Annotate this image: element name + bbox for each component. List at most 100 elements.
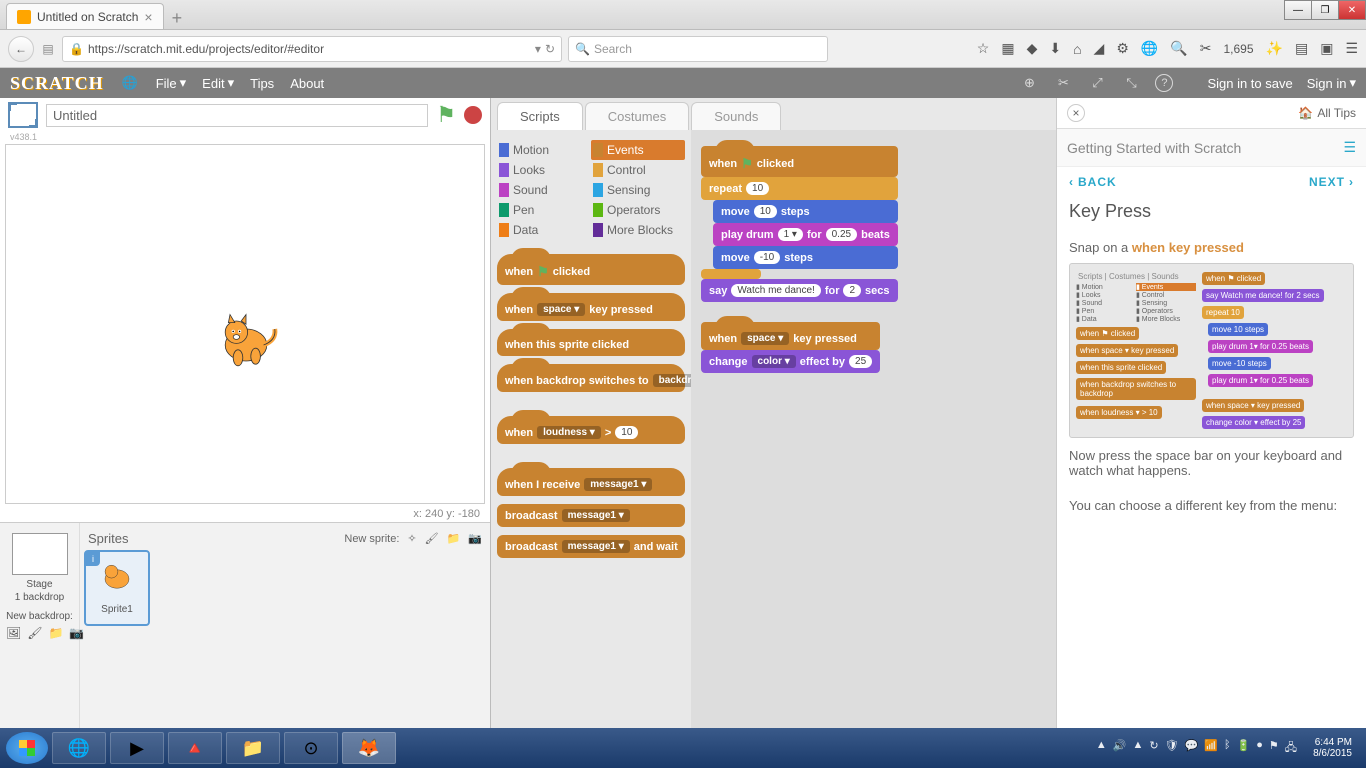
reader-icon[interactable]: ▤ [40,42,56,56]
block-when-receive[interactable]: when I receive message1 ▾ [497,468,685,496]
dev-icon[interactable]: ▣ [1320,40,1333,57]
s1-play-drum[interactable]: play drum 1 ▾ for 0.25 beats [713,223,898,246]
tray-bluetooth-icon[interactable]: ᛒ [1224,739,1231,758]
tab-sounds[interactable]: Sounds [691,102,781,130]
tips-close-icon[interactable]: × [1067,104,1085,122]
cat-control[interactable]: Control [591,160,685,180]
tips-back-button[interactable]: ‹ BACK [1069,175,1117,189]
new-tab-button[interactable]: + [164,8,191,29]
backdrop-library-icon[interactable]: 🖼 [6,626,21,640]
url-bar[interactable]: 🔒 https://scratch.mit.edu/projects/edito… [62,36,562,62]
menu-about[interactable]: About [290,76,324,91]
sprite-camera-icon[interactable]: 📷 [468,532,482,545]
cat-more[interactable]: More Blocks [591,220,685,240]
tray-chat-icon[interactable]: 💬 [1185,739,1199,758]
tips-next-button[interactable]: NEXT › [1309,175,1354,189]
cat-pen[interactable]: Pen [497,200,591,220]
cat-sound[interactable]: Sound [497,180,591,200]
s2-change-effect[interactable]: change color ▾ effect by 25 [701,350,880,373]
project-title-input[interactable] [46,104,428,127]
star-icon[interactable]: ☆ [977,40,990,57]
sprite-paint-icon[interactable]: 🖌 [425,532,439,545]
bookmark-count[interactable]: 1,695 [1224,42,1254,56]
s1-repeat[interactable]: repeat 10 [701,177,898,200]
block-when-backdrop-switches[interactable]: when backdrop switches to backdrop [497,364,685,392]
delete-icon[interactable]: ✂ [1053,73,1073,93]
task-explorer[interactable]: 📁 [226,732,280,764]
grow-icon[interactable]: ⤢ [1087,73,1107,93]
green-flag-button[interactable]: ⚑ [436,102,456,128]
minimize-button[interactable]: — [1284,0,1312,20]
block-when-loudness[interactable]: when loudness ▾ > 10 [497,416,685,444]
globe-language-icon[interactable]: 🌐 [120,73,140,93]
menu-tips[interactable]: Tips [250,76,274,91]
home-icon[interactable]: ⌂ [1073,41,1081,57]
block-broadcast-wait[interactable]: broadcast message1 ▾ and wait [497,535,685,558]
all-tips-link[interactable]: 🏠 All Tips [1298,106,1356,120]
block-when-flag-clicked[interactable]: when ⚑ clicked [497,254,685,285]
s1-repeat-end[interactable] [701,269,761,279]
close-button[interactable]: ✕ [1338,0,1366,20]
menu-icon[interactable]: ☰ [1345,40,1358,57]
task-firefox[interactable]: 🦊 [342,732,396,764]
task-vlc[interactable]: 🔺 [168,732,222,764]
tray-flag-icon[interactable]: ⚑ [1269,739,1279,758]
zoom-icon[interactable]: 🔍 [1170,40,1187,57]
task-hp[interactable]: ⊙ [284,732,338,764]
gear-icon[interactable]: ⚙ [1116,40,1129,57]
tray-power-icon[interactable]: 🔋 [1237,739,1251,758]
cat-operators[interactable]: Operators [591,200,685,220]
backdrop-paint-icon[interactable]: 🖌 [27,626,42,640]
cat-looks[interactable]: Looks [497,160,591,180]
tray-av-icon[interactable]: ● [1256,739,1263,758]
tray-up-icon[interactable]: ▲ [1096,739,1107,758]
task-media[interactable]: ▶ [110,732,164,764]
backdrop-upload-icon[interactable]: 📁 [48,626,63,640]
globe-icon[interactable]: 🌐 [1141,40,1158,57]
extension-icon[interactable]: ◆ [1027,40,1038,57]
tray-volume-icon[interactable]: 🔊 [1113,739,1127,758]
tray-shield-icon[interactable]: 🛡 [1165,739,1179,758]
dropdown-icon[interactable]: ▾ [535,42,541,56]
cat-data[interactable]: Data [497,220,591,240]
sprite-cat[interactable] [206,305,286,385]
taskbar-clock[interactable]: 6:44 PM 8/6/2015 [1305,737,1360,759]
s1-move[interactable]: move 10 steps [713,200,898,223]
tray-sync-icon[interactable]: ↻ [1149,739,1158,758]
signin-save[interactable]: Sign in to save [1207,76,1292,91]
wand-icon[interactable]: ✨ [1266,40,1283,57]
cat-motion[interactable]: Motion [497,140,591,160]
download-icon[interactable]: ⬇ [1049,40,1061,57]
tab-scripts[interactable]: Scripts [497,102,583,130]
list-icon[interactable]: ▤ [1295,40,1308,57]
block-when-sprite-clicked[interactable]: when this sprite clicked [497,329,685,356]
sprite-library-icon[interactable]: ✧ [407,532,416,545]
cat-events[interactable]: Events [591,140,685,160]
start-button[interactable] [6,732,48,764]
block-broadcast[interactable]: broadcast message1 ▾ [497,504,685,527]
task-ie[interactable]: 🌐 [52,732,106,764]
tips-menu-icon[interactable]: ☰ [1343,139,1356,156]
scratch-logo[interactable]: SCRATCH [10,73,104,94]
maximize-button[interactable]: ❐ [1311,0,1339,20]
sprite-upload-icon[interactable]: 📁 [447,532,461,545]
stage[interactable] [5,144,485,504]
stage-thumbnail[interactable] [12,533,68,575]
search-bar[interactable]: 🔍 Search [568,36,828,62]
sprite-thumbnail[interactable]: i Sprite1 [84,550,150,626]
rss-icon[interactable]: ◢ [1094,40,1105,57]
s2-when-key[interactable]: when space ▾ key pressed [701,322,880,350]
tray-signal-icon[interactable]: 📶 [1204,739,1218,758]
browser-tab[interactable]: Untitled on Scratch × [6,3,164,29]
script-stack-2[interactable]: when space ▾ key pressed change color ▾ … [701,322,880,373]
fullscreen-button[interactable] [8,102,38,128]
menu-file[interactable]: File ▾ [156,75,186,91]
s1-when-flag[interactable]: when ⚑ clicked [701,146,898,177]
clipboard-icon[interactable]: ▦ [1001,40,1014,57]
duplicate-icon[interactable]: ⊕ [1019,73,1039,93]
sprite-info-button[interactable]: i [86,552,100,566]
tab-close-icon[interactable]: × [144,9,152,25]
s1-move2[interactable]: move -10 steps [713,246,898,269]
tray-network-icon[interactable]: 🖧 [1285,739,1297,758]
menu-edit[interactable]: Edit ▾ [202,75,234,91]
